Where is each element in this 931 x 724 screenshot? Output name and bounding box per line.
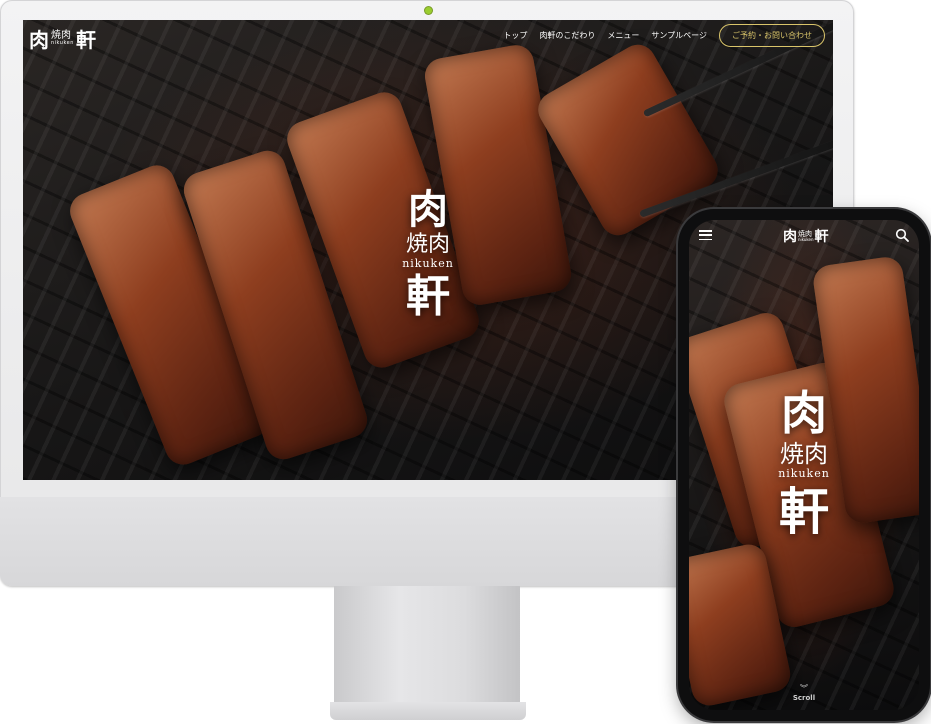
hero-logo: 肉 焼肉 nikuken 軒 xyxy=(378,190,478,319)
scroll-indicator[interactable]: ︾ Scroll xyxy=(689,684,919,703)
logo-glyph-meat: 肉 xyxy=(783,229,797,245)
hero-roman: nikuken xyxy=(778,467,830,480)
logo-glyph-ken: 軒 xyxy=(75,28,96,52)
mobile-screen: 肉 焼肉 nikuken 軒 肉 焼肉 nikuken 軒 ︾ Scroll xyxy=(689,220,919,710)
logo-small-roman: nikuken xyxy=(798,236,814,242)
hero-yakiniku: 焼肉 xyxy=(780,440,828,468)
nav-item-sample-page[interactable]: サンプルページ xyxy=(651,30,707,41)
monitor-camera xyxy=(425,7,432,14)
logo-subtitle: 焼肉 nikuken xyxy=(798,230,814,242)
hamburger-menu-icon[interactable] xyxy=(699,230,712,240)
contact-button[interactable]: ご予約・お問い合わせ xyxy=(719,24,825,47)
hero-roman: nikuken xyxy=(402,257,454,270)
device-mockup-stage: 肉 焼肉 nikuken 軒 トップ 肉軒のこだわり メニュー サンプルページ … xyxy=(0,0,931,724)
global-nav: トップ 肉軒のこだわり メニュー サンプルページ ご予約・お問い合わせ xyxy=(503,24,825,47)
mobile-hero-logo: 肉 焼肉 nikuken 軒 xyxy=(754,390,854,537)
hero-glyph-meat: 肉 xyxy=(408,186,448,233)
chevron-down-icon: ︾ xyxy=(800,684,808,693)
hero-glyph-ken: 軒 xyxy=(779,482,829,541)
mobile-header: 肉 焼肉 nikuken 軒 xyxy=(689,220,919,252)
scroll-label: Scroll xyxy=(792,694,816,702)
monitor-stand-foot xyxy=(330,702,526,720)
nav-item-menu[interactable]: メニュー xyxy=(607,30,639,41)
mobile-site-logo[interactable]: 肉 焼肉 nikuken 軒 xyxy=(783,226,829,246)
logo-small-roman: nikuken xyxy=(51,40,74,46)
logo-glyph-meat: 肉 xyxy=(29,28,49,52)
logo-subtitle: 焼肉 nikuken xyxy=(51,31,74,46)
monitor-stand-neck xyxy=(334,586,520,704)
hero-yakiniku: 焼肉 xyxy=(405,232,450,257)
logo-glyph-ken: 軒 xyxy=(814,229,829,245)
hero-glyph-ken: 軒 xyxy=(406,271,450,322)
nav-item-commitment[interactable]: 肉軒のこだわり xyxy=(539,30,595,41)
nav-item-top[interactable]: トップ xyxy=(503,30,527,41)
site-logo[interactable]: 肉 焼肉 nikuken 軒 xyxy=(29,24,96,53)
hero-glyph-meat: 肉 xyxy=(781,386,827,440)
search-icon[interactable] xyxy=(895,228,909,242)
mobile-phone: 肉 焼肉 nikuken 軒 肉 焼肉 nikuken 軒 ︾ Scroll xyxy=(678,209,930,721)
